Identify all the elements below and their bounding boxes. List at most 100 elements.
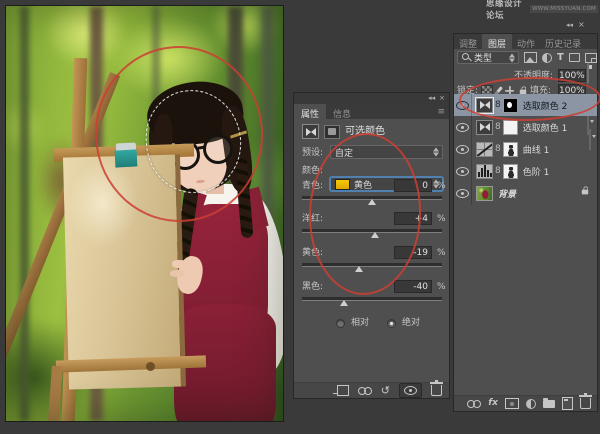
close-panel-icon[interactable]: × xyxy=(439,95,445,102)
preset-dropdown[interactable]: 自定 xyxy=(330,145,443,159)
layer-name[interactable]: 曲线 1 xyxy=(523,143,550,156)
layer-visibility[interactable] xyxy=(454,160,472,182)
layer-visibility[interactable] xyxy=(454,138,472,160)
tab-actions[interactable]: 动作 xyxy=(512,34,540,49)
watermark: 思缘设计论坛 WWW.MISSYUAN.COM xyxy=(486,3,598,15)
method-radio-group: 相对 绝对 xyxy=(336,319,420,328)
curves-icon[interactable] xyxy=(476,142,493,157)
search-icon xyxy=(462,53,471,62)
background-layer-thumbnail[interactable] xyxy=(476,186,493,201)
cyan-label: 青色: xyxy=(302,182,323,191)
relative-radio-label: 相对 xyxy=(351,319,369,328)
filter-type-layers-icon[interactable]: T xyxy=(557,53,564,63)
layer-name[interactable]: 选取颜色 1 xyxy=(523,121,568,134)
link-layers-icon[interactable] xyxy=(467,400,481,408)
layer-visibility[interactable] xyxy=(454,182,472,205)
magenta-value[interactable]: +4 xyxy=(394,212,432,225)
add-mask-icon[interactable] xyxy=(505,398,519,409)
layer-row-levels-1[interactable]: 8 色阶 1 xyxy=(454,160,597,182)
collapse-panel-icon[interactable]: ◂◂ xyxy=(428,95,435,102)
mask-link-icon[interactable]: 8 xyxy=(495,166,501,176)
reset-icon[interactable]: ↺ xyxy=(381,386,390,396)
new-adjustment-layer-icon[interactable] xyxy=(526,399,536,409)
layer-mask-thumbnail[interactable] xyxy=(503,142,518,157)
layer-row-curves-1[interactable]: 8 曲线 1 xyxy=(454,138,597,160)
tab-info[interactable]: 信息 xyxy=(326,104,358,119)
layer-name[interactable]: 选取颜色 2 xyxy=(523,99,568,112)
panel-group-controls: ◂◂ × xyxy=(566,20,585,29)
filter-pixel-layers-icon[interactable] xyxy=(524,52,537,63)
layer-visibility[interactable] xyxy=(454,116,472,138)
tab-adjustments[interactable]: 调整 xyxy=(454,34,482,49)
cyan-slider[interactable] xyxy=(302,196,442,200)
previous-state-icon[interactable] xyxy=(358,387,372,395)
document-canvas[interactable] xyxy=(5,5,284,422)
layer-locked-icon xyxy=(582,189,588,194)
yellow-value[interactable]: -19 xyxy=(394,246,432,259)
mask-link-icon[interactable]: 8 xyxy=(495,122,501,132)
cyan-value[interactable]: 0 xyxy=(394,179,432,192)
layer-row-selective-color-2[interactable]: 8 选取颜色 2 xyxy=(454,94,597,116)
selective-color-icon[interactable] xyxy=(476,120,493,135)
opacity-value[interactable]: 100% xyxy=(558,69,586,82)
dropdown-arrows-icon xyxy=(509,53,516,62)
layer-name[interactable]: 背景 xyxy=(498,187,516,200)
filter-smart-objects-icon[interactable] xyxy=(585,53,597,63)
layer-name[interactable]: 色阶 1 xyxy=(523,165,550,178)
black-slider[interactable] xyxy=(302,297,442,301)
magenta-slider-thumb[interactable] xyxy=(371,232,379,238)
visibility-toggle[interactable] xyxy=(399,383,422,398)
filter-kind-value: 类型 xyxy=(474,51,492,64)
mask-link-icon[interactable]: 8 xyxy=(495,100,501,110)
absolute-radio-label: 绝对 xyxy=(402,319,420,328)
filter-shape-layers-icon[interactable] xyxy=(569,53,580,62)
delete-layer-icon[interactable] xyxy=(580,398,591,409)
collapse-panel-icon[interactable]: ◂◂ xyxy=(566,21,573,29)
selective-color-icon xyxy=(302,124,319,139)
black-slider-thumb[interactable] xyxy=(340,300,348,306)
layer-row-background[interactable]: 背景 xyxy=(454,182,597,205)
delete-adjustment-icon[interactable] xyxy=(431,385,442,396)
watermark-title: 思缘设计论坛 xyxy=(486,0,527,21)
relative-radio[interactable] xyxy=(336,319,345,328)
photoshop-window: 思缘设计论坛 WWW.MISSYUAN.COM xyxy=(0,0,600,434)
photo-vignette xyxy=(6,6,283,421)
tab-history[interactable]: 历史记录 xyxy=(540,34,586,49)
layer-mask-thumbnail[interactable] xyxy=(503,98,518,113)
layers-panel: 调整 图层 动作 历史记录 类型 T 正常 不透明度: 100% 锁定: xyxy=(453,33,598,412)
yellow-slider[interactable] xyxy=(302,263,442,267)
layer-visibility[interactable] xyxy=(454,94,472,116)
color-label: 颜色: xyxy=(302,167,323,176)
tab-layers[interactable]: 图层 xyxy=(482,34,512,49)
levels-icon[interactable] xyxy=(476,164,493,179)
new-layer-icon[interactable] xyxy=(562,397,573,410)
tab-properties[interactable]: 属性 xyxy=(294,104,326,119)
layer-mask-thumbnail[interactable] xyxy=(503,120,518,135)
yellow-slider-thumb[interactable] xyxy=(355,266,363,272)
layer-mask-thumbnail[interactable] xyxy=(503,164,518,179)
black-value[interactable]: -40 xyxy=(394,280,432,293)
magenta-slider[interactable] xyxy=(302,229,442,233)
cyan-unit: % xyxy=(437,182,446,191)
close-panel-icon[interactable]: × xyxy=(578,20,585,29)
filter-adjustment-layers-icon[interactable] xyxy=(542,53,552,63)
color-swatch xyxy=(335,179,350,190)
filter-kind-dropdown[interactable]: 类型 xyxy=(457,51,519,64)
clip-to-layer-icon[interactable] xyxy=(337,385,349,396)
magenta-unit: % xyxy=(437,215,446,224)
mask-icon xyxy=(324,125,340,139)
cyan-slider-thumb[interactable] xyxy=(368,199,376,205)
color-value: 黄色 xyxy=(354,178,372,191)
layer-style-fx-icon[interactable]: fx xyxy=(488,399,498,408)
watermark-subtitle: WWW.MISSYUAN.COM xyxy=(530,5,598,13)
panel-menu-icon[interactable]: ≡ xyxy=(433,104,449,119)
layer-filtering-toggle[interactable] xyxy=(587,63,589,84)
dropdown-arrows-icon xyxy=(433,148,440,157)
mask-link-icon[interactable]: 8 xyxy=(495,144,501,154)
eye-icon xyxy=(456,145,469,154)
new-group-icon[interactable] xyxy=(543,400,555,408)
black-label: 黑色: xyxy=(302,283,323,292)
absolute-radio[interactable] xyxy=(387,319,396,328)
layer-row-selective-color-1[interactable]: 8 选取颜色 1 xyxy=(454,116,597,138)
selective-color-icon[interactable] xyxy=(476,98,493,113)
